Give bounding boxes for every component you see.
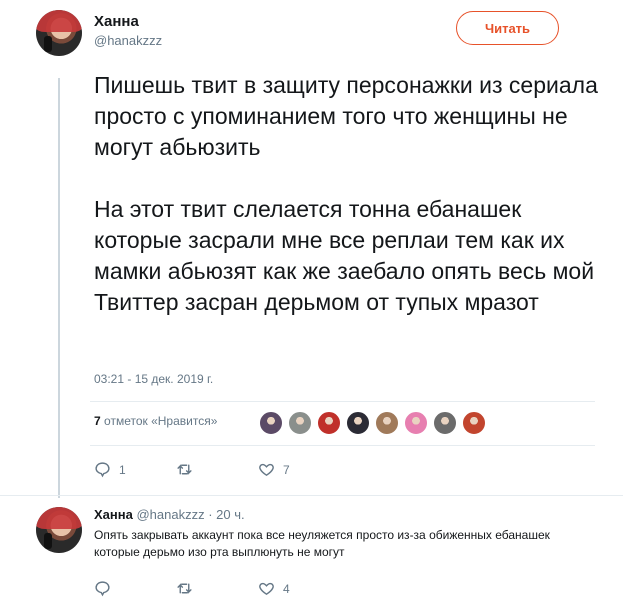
author-name[interactable]: Ханна [94,13,162,30]
likers-avatars[interactable] [259,411,486,435]
heart-icon [259,463,274,477]
thread-line [58,78,60,498]
reply-time[interactable]: · 20 ч. [208,507,244,522]
reply-avatar[interactable] [36,507,82,553]
reply-button[interactable]: 1 [94,461,176,478]
retweet-icon [177,464,192,475]
avatar-mic [44,36,52,52]
liker-avatar[interactable] [317,411,341,435]
reply-count: 1 [119,462,126,477]
tweet-timestamp[interactable]: 03:21 - 15 дек. 2019 г. [94,372,213,386]
reply-actions: 4 [94,580,340,597]
like-button[interactable]: 7 [258,461,340,478]
liker-avatar[interactable] [433,411,457,435]
liker-avatar[interactable] [404,411,428,435]
like-button[interactable]: 4 [258,580,340,597]
liker-avatar[interactable] [375,411,399,435]
liker-avatar[interactable] [288,411,312,435]
retweet-button[interactable] [176,461,258,478]
likes-summary[interactable]: 7 отметок «Нравится» [94,414,217,428]
reply-button[interactable] [94,580,176,597]
avatar-hair [36,10,82,32]
reply-header: Ханна @hanakzzz · 20 ч. [94,507,245,522]
reply-author-handle[interactable]: @hanakzzz [136,507,204,522]
divider [90,445,595,446]
reply-icon [95,462,110,478]
author-handle[interactable]: @hanakzzz [94,33,162,48]
like-count: 4 [283,581,290,596]
author-block[interactable]: Ханна @hanakzzz [94,13,162,48]
likes-count: 7 [94,414,101,428]
retweet-icon [177,583,192,594]
tweet-actions: 1 7 [94,461,340,478]
reply-separator [0,495,623,496]
like-count: 7 [283,462,290,477]
liker-avatar[interactable] [259,411,283,435]
avatar[interactable] [36,10,82,56]
avatar-mic [44,533,52,549]
avatar-hair [36,507,82,529]
retweet-button[interactable] [176,580,258,597]
divider [90,401,595,402]
follow-button[interactable]: Читать [456,11,559,45]
reply-icon [95,581,110,597]
liker-avatar[interactable] [462,411,486,435]
likes-label: отметок «Нравится» [104,414,218,428]
reply-author-name[interactable]: Ханна [94,507,133,522]
liker-avatar[interactable] [346,411,370,435]
reply-text: Опять закрывать аккаунт пока все неуляже… [94,528,550,559]
heart-icon [259,582,274,596]
tweet-text: Пишешь твит в защиту персонажки из сериа… [94,72,598,315]
